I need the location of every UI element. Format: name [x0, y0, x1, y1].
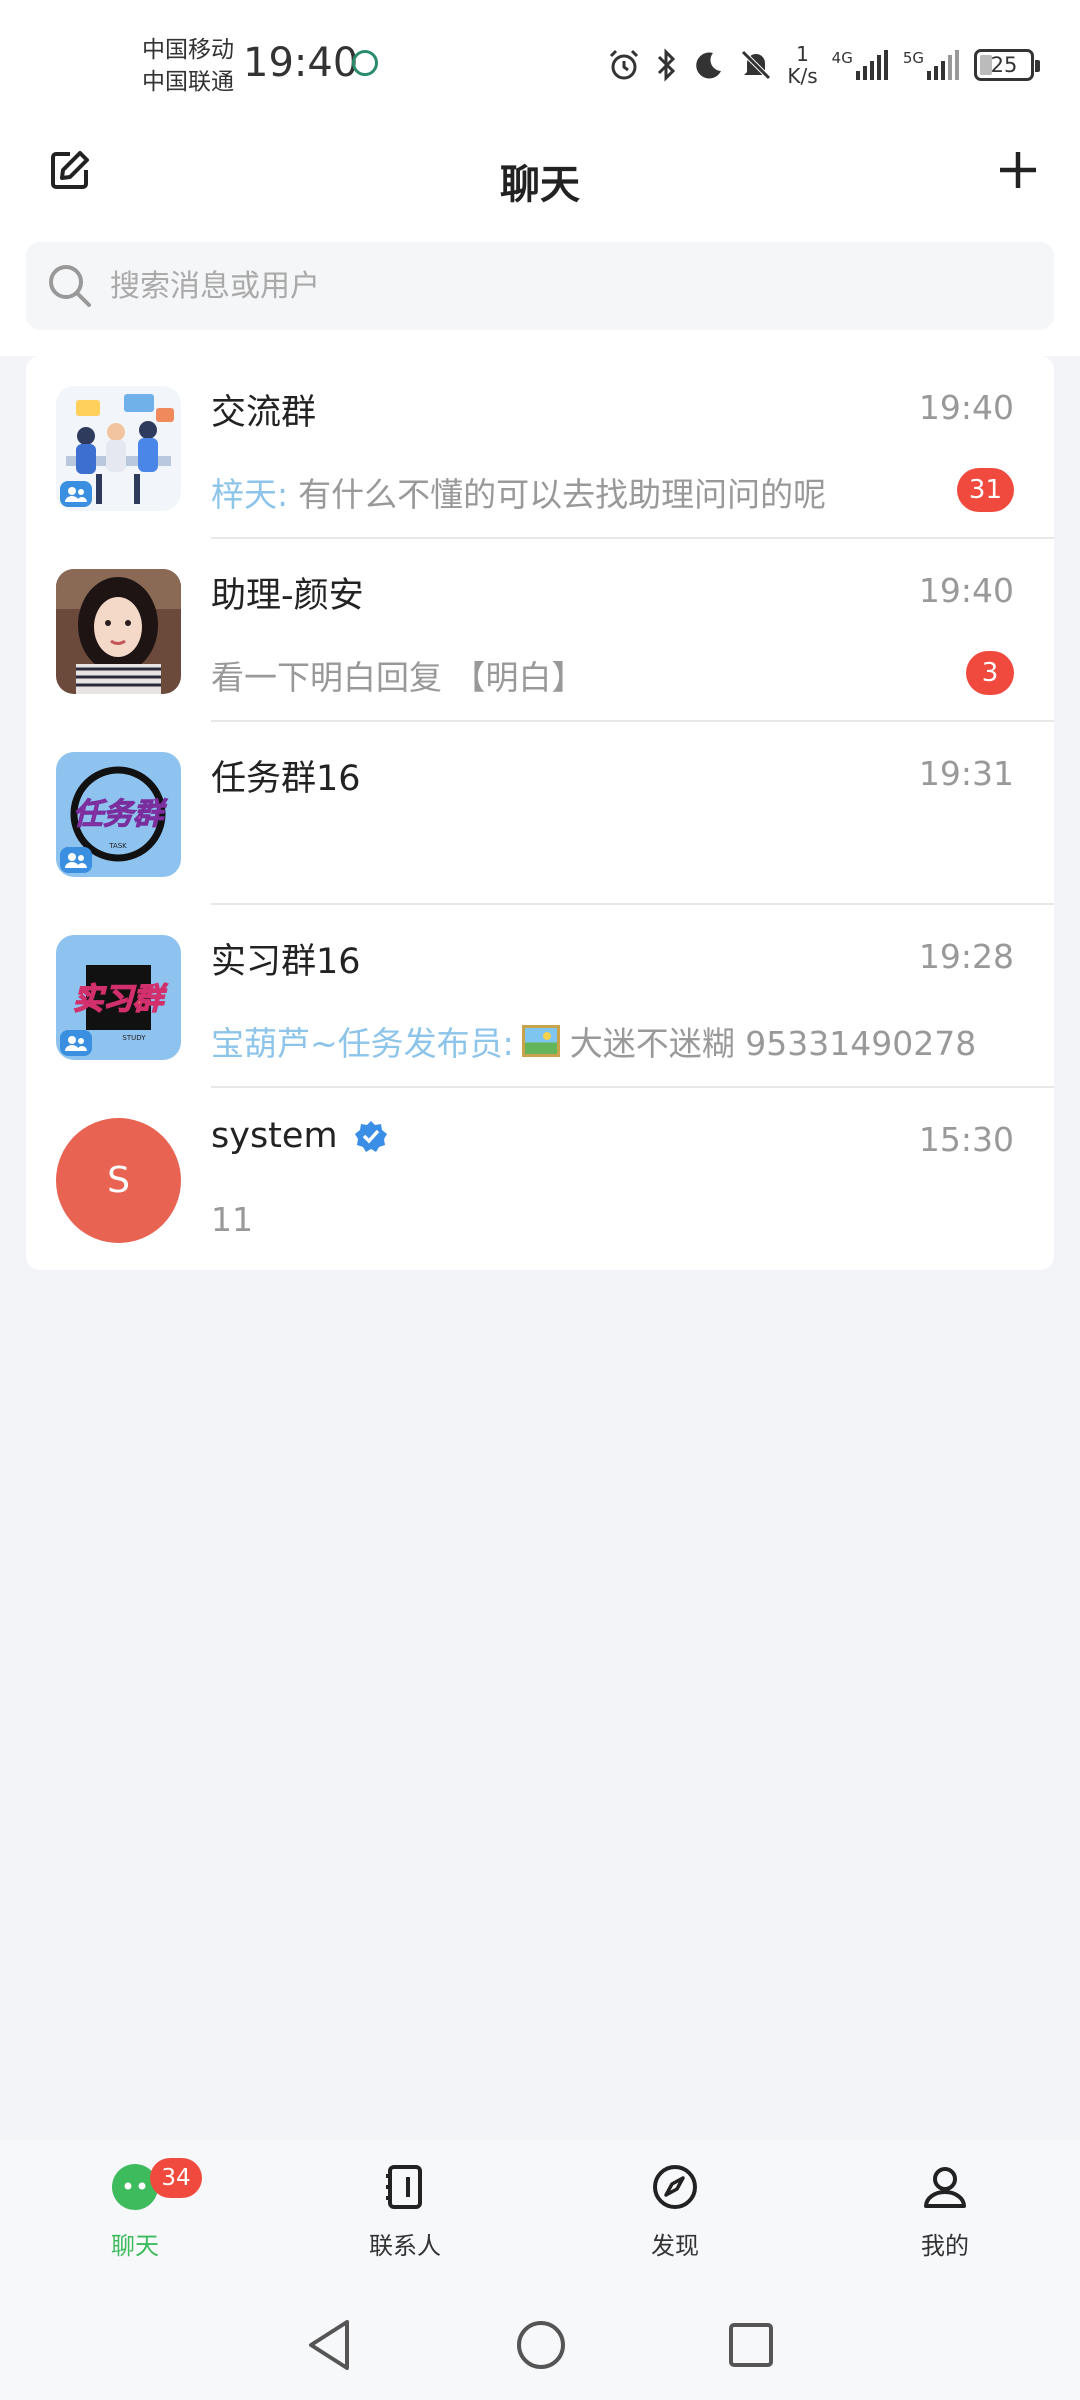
image-icon — [521, 1025, 560, 1057]
search-section — [0, 230, 1080, 356]
chat-name: 助理-颜安 — [211, 576, 364, 616]
chat-preview: 梓天: 有什么不懂的可以去找助理问问的呢 — [211, 468, 826, 516]
bottom-tab-bar: 34 聊天 联系人 发现 我的 — [0, 2140, 1080, 2290]
search-input[interactable] — [110, 268, 910, 304]
message-text: 大迷不迷糊 95331490278 — [569, 1024, 977, 1063]
unread-badge: 31 — [956, 468, 1014, 512]
tab-label: 我的 — [921, 2232, 969, 2260]
chat-preview: 宝葫芦~任务发布员: 大迷不迷糊 95331490278 — [211, 1017, 976, 1065]
tab-contacts[interactable]: 联系人 — [270, 2140, 540, 2290]
bluetooth-icon — [658, 48, 676, 82]
search-icon — [49, 265, 91, 307]
carrier-2: 中国联通 — [142, 69, 234, 95]
user-avatar — [56, 569, 181, 694]
avatar-text: 任务群 — [73, 797, 168, 832]
chat-time: 19:31 — [918, 754, 1014, 793]
unread-total-badge: 34 — [150, 2158, 202, 2198]
sender-name: 梓天: — [211, 475, 289, 514]
battery-level: 25 — [990, 53, 1018, 77]
tab-me[interactable]: 我的 — [810, 2140, 1080, 2290]
group-indicator-icon — [60, 1030, 92, 1056]
avatar-subtext: STUDY — [122, 1034, 146, 1042]
group-avatar: 实习群 STUDY — [56, 935, 181, 1060]
chat-name: 实习群16 — [211, 942, 361, 982]
chat-item-assistant[interactable]: 助理-颜安 19:40 看一下明白回复 【明白】 3 — [26, 539, 1054, 722]
unread-badge: 3 — [966, 651, 1014, 695]
chat-name: 交流群 — [211, 393, 317, 433]
net-4g-label: 4G — [831, 49, 853, 67]
sender-name: 宝葫芦~任务发布员: — [211, 1024, 514, 1063]
status-icons: 1 K/s 4G 5G 25 — [607, 40, 1040, 90]
contacts-book-icon — [386, 2165, 422, 2209]
system-avatar: S — [56, 1118, 181, 1243]
chat-time: 15:30 — [918, 1120, 1014, 1159]
chat-name: 任务群16 — [211, 759, 361, 799]
chat-time: 19:28 — [918, 937, 1014, 976]
search-bar[interactable] — [26, 242, 1054, 330]
portrait-photo-icon — [56, 569, 181, 694]
message-text: 看一下明白回复 【明白】 — [211, 658, 585, 697]
net-5g-label: 5G — [902, 49, 924, 67]
app-notification-icon — [352, 50, 378, 76]
carrier-1: 中国移动 — [142, 37, 234, 63]
chat-list: 交流群 19:40 梓天: 有什么不懂的可以去找助理问问的呢 31 助理-颜安 … — [26, 356, 1054, 1270]
status-bar: 中国移动 中国联通 19:40 1 K/s 4G 5G 25 — [0, 0, 1080, 130]
alarm-icon — [610, 49, 639, 80]
group-indicator-icon — [60, 847, 92, 873]
person-icon — [924, 2167, 966, 2208]
signal-5g: 5G — [903, 49, 960, 81]
compass-icon — [653, 2165, 697, 2209]
chat-time: 19:40 — [918, 388, 1014, 427]
plus-icon — [1000, 152, 1036, 188]
group-avatar — [56, 386, 181, 511]
system-nav-bar — [0, 2290, 1080, 2400]
chat-preview: 11 — [211, 1200, 253, 1239]
net-speed-unit: K/s — [787, 64, 818, 88]
chat-name-row: system — [211, 1116, 388, 1156]
signal-4g: 4G — [832, 49, 889, 81]
signal-bars-icon — [927, 50, 959, 80]
chat-time: 19:40 — [918, 571, 1014, 610]
group-avatar: 任务群 TASK — [56, 752, 181, 877]
message-text: 有什么不懂的可以去找助理问问的呢 — [298, 475, 827, 514]
tab-chat[interactable]: 34 聊天 — [0, 2140, 270, 2290]
status-time: 19:40 — [243, 40, 359, 86]
top-bar: 聊天 — [0, 130, 1080, 230]
carrier-info: 中国移动 中国联通 — [142, 34, 234, 98]
tab-discover[interactable]: 发现 — [540, 2140, 810, 2290]
chat-preview: 看一下明白回复 【明白】 — [211, 651, 585, 699]
mute-bell-icon — [741, 50, 772, 80]
tab-label: 发现 — [651, 2232, 699, 2260]
chat-item-jiaoliu-group[interactable]: 交流群 19:40 梓天: 有什么不懂的可以去找助理问问的呢 31 — [26, 356, 1054, 539]
verified-badge-icon — [354, 1121, 387, 1152]
back-icon[interactable] — [305, 2318, 355, 2372]
chat-item-internship-group[interactable]: 实习群 STUDY 实习群16 19:28 宝葫芦~任务发布员: 大迷不迷糊 9… — [26, 905, 1054, 1088]
tab-label: 聊天 — [111, 2232, 159, 2260]
net-speed-value: 1 — [796, 42, 809, 66]
battery-indicator: 25 — [974, 49, 1040, 81]
page-title: 聊天 — [500, 162, 580, 208]
chat-item-task-group[interactable]: 任务群 TASK 任务群16 19:31 — [26, 722, 1054, 905]
app-root: 中国移动 中国联通 19:40 1 K/s 4G 5G 25 聊天 搜索消息或用… — [0, 0, 1080, 2400]
signal-bars-icon — [855, 50, 888, 80]
avatar-text: 实习群 — [73, 982, 168, 1017]
chat-name: system — [211, 1116, 338, 1156]
avatar-subtext: TASK — [108, 842, 127, 850]
moon-icon — [696, 52, 722, 79]
message-text: 11 — [211, 1200, 253, 1239]
net-speed: 1 K/s — [787, 43, 817, 87]
tab-label: 联系人 — [369, 2232, 441, 2260]
home-icon[interactable] — [515, 2319, 567, 2371]
recents-icon[interactable] — [727, 2321, 775, 2369]
group-indicator-icon — [60, 481, 92, 507]
chat-item-system[interactable]: S system 15:30 11 — [26, 1088, 1054, 1270]
add-button[interactable] — [988, 140, 1048, 200]
